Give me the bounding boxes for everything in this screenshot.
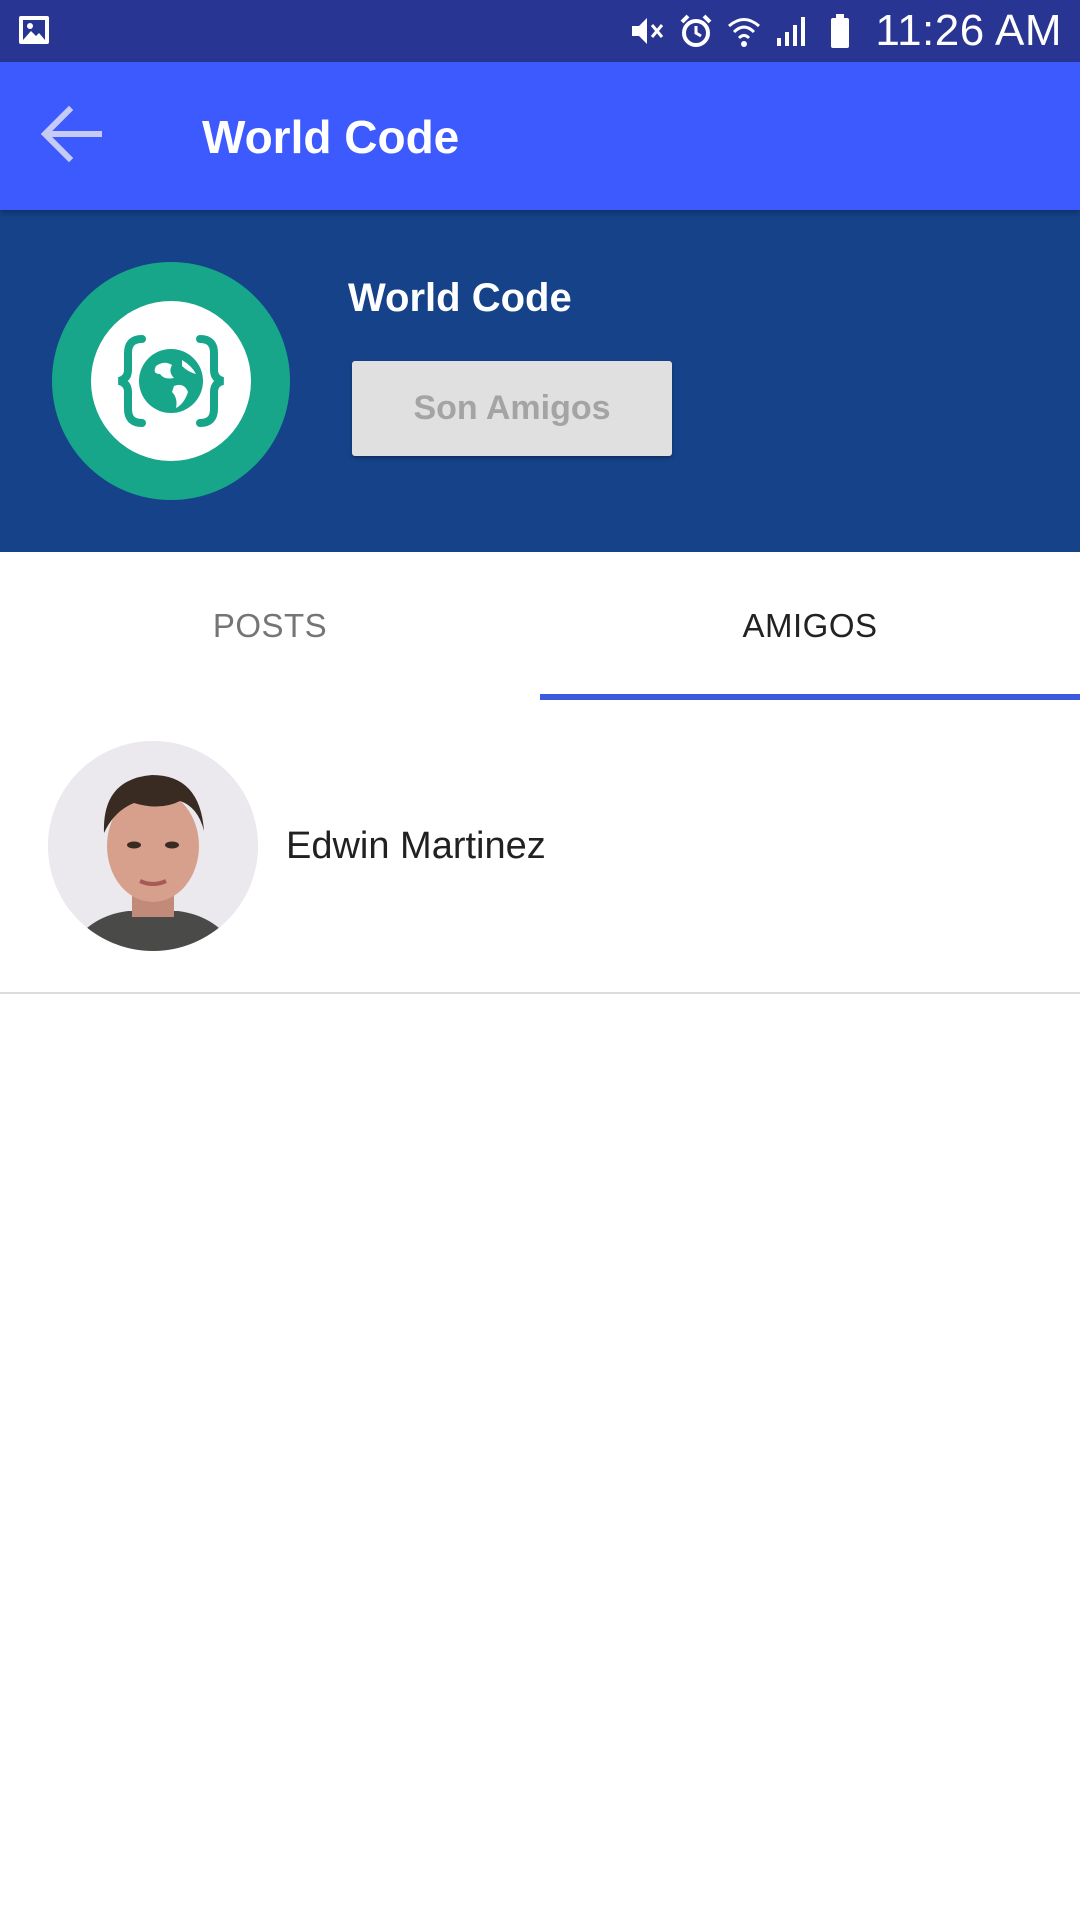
signal-icon [773, 12, 811, 50]
status-time: 11:26 AM [875, 6, 1062, 55]
tab-amigos[interactable]: AMIGOS [540, 552, 1080, 700]
tab-posts-label: POSTS [212, 607, 328, 644]
back-button[interactable] [30, 96, 114, 176]
list-item[interactable]: Edwin Martinez [0, 700, 1080, 994]
tab-bar: POSTS AMIGOS [0, 552, 1080, 700]
mute-icon [629, 12, 667, 50]
app-bar: World Code [0, 62, 1080, 210]
tab-posts[interactable]: POSTS [0, 552, 540, 700]
image-notification-icon [18, 14, 50, 46]
profile-header: World Code Son Amigos [0, 210, 1080, 552]
world-code-logo [52, 262, 290, 500]
arrow-back-icon [39, 104, 105, 169]
tab-amigos-label: AMIGOS [742, 607, 878, 644]
status-icons: 11:26 AM [629, 0, 1062, 62]
app-bar-title: World Code [202, 111, 460, 163]
avatar [48, 741, 258, 951]
profile-name: World Code [348, 276, 572, 320]
alarm-icon [677, 12, 715, 50]
friend-status-button[interactable]: Son Amigos [352, 361, 672, 456]
status-bar: 11:26 AM [0, 0, 1080, 62]
wifi-icon [725, 12, 763, 50]
friend-name: Edwin Martinez [286, 825, 546, 867]
battery-icon [821, 12, 859, 50]
